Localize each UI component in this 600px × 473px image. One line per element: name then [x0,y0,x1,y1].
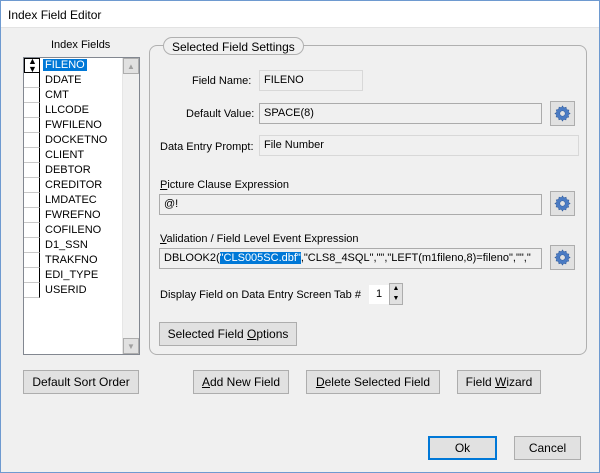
list-item-label: LLCODE [45,104,90,116]
default-value-input[interactable]: SPACE(8) [259,103,542,124]
delete-selected-field-button[interactable]: Delete Selected Field [306,370,440,394]
row-marker-cell[interactable] [24,208,40,223]
gear-icon [554,195,571,212]
selected-field-options-button[interactable]: Selected Field Options [159,322,297,346]
list-item[interactable]: DDATE [24,73,122,88]
tab-number-input[interactable]: 1 [369,285,389,304]
list-item[interactable]: CMT [24,88,122,103]
row-marker-cell[interactable] [24,163,40,178]
list-item-label: LMDATEC [45,194,97,206]
index-fields-list[interactable]: ▲ ▼ ▲ ▼ FILENO DDATE CMT LLCODE FWFILENO DOCKET… [23,57,140,355]
row-marker-cell[interactable] [24,148,40,163]
list-item-label: DEBTOR [45,164,91,176]
spin-up-icon[interactable]: ▲ [390,284,402,294]
list-item-label: COFILENO [45,224,102,236]
row-marker-cell[interactable] [24,268,40,283]
row-marker-cell[interactable] [24,88,40,103]
index-field-editor-window: Index Field Editor Index Fields ▲ ▼ ▲ ▼ FI… [0,0,600,473]
ok-button[interactable]: Ok [428,436,497,460]
list-item[interactable]: USERID [24,283,122,298]
row-marker-cell[interactable] [24,223,40,238]
list-item[interactable]: EDI_TYPE [24,268,122,283]
list-item[interactable]: CREDITOR [24,178,122,193]
row-marker-cell[interactable] [24,283,40,298]
list-item[interactable]: COFILENO [24,223,122,238]
list-item[interactable]: DEBTOR [24,163,122,178]
validation-gear-button[interactable] [550,245,575,270]
list-item-label: DOCKETNO [45,134,108,146]
row-selector-cell[interactable]: ▲ ▼ [24,56,40,74]
tab-number-spinner[interactable]: ▲ ▼ [389,283,403,305]
list-item-label: USERID [45,284,87,296]
row-marker-cell[interactable] [24,133,40,148]
field-wizard-button[interactable]: Field Wizard [457,370,541,394]
picture-clause-gear-button[interactable] [550,191,575,216]
row-marker-cell[interactable] [24,118,40,133]
validation-input[interactable]: DBLOOK2("CLS005SC.dbf","CLS8_4SQL","","L… [159,248,542,269]
list-item[interactable]: DOCKETNO [24,133,122,148]
cancel-button[interactable]: Cancel [514,436,581,460]
scroll-up-button[interactable]: ▲ [123,58,139,74]
scroll-down-button[interactable]: ▼ [123,338,139,354]
list-item-label: EDI_TYPE [45,269,99,281]
list-item-label: D1_SSN [45,239,88,251]
add-new-field-button[interactable]: Add New Field [193,370,289,394]
default-value-gear-button[interactable] [550,101,575,126]
data-entry-prompt-input[interactable]: File Number [259,135,579,156]
list-item[interactable]: LMDATEC [24,193,122,208]
list-item-label: CLIENT [45,149,85,161]
list-item[interactable]: TRAKFNO [24,253,122,268]
default-value-label: Default Value: [186,108,255,120]
tab-number-label: Display Field on Data Entry Screen Tab # [160,289,361,301]
row-marker-cell[interactable] [24,103,40,118]
list-item[interactable]: FWREFNO [24,208,122,223]
spin-down-icon[interactable]: ▼ [390,294,402,304]
picture-clause-label: Picture Clause Expression [160,179,290,191]
gear-icon [554,105,571,122]
gear-icon [554,249,571,266]
list-item[interactable]: FWFILENO [24,118,122,133]
row-marker-cell[interactable] [24,193,40,208]
row-marker-cell[interactable] [24,238,40,253]
picture-clause-input[interactable]: @! [159,194,542,215]
row-marker-cell[interactable] [24,73,40,88]
list-item[interactable]: LLCODE [24,103,122,118]
validation-selected-text: "CLS005SC.dbf" [219,252,301,264]
data-entry-prompt-label: Data Entry Prompt: [160,141,254,153]
row-marker-cell[interactable] [24,178,40,193]
field-name-value: FILENO [259,70,363,91]
list-item-label: CREDITOR [45,179,103,191]
list-item[interactable]: D1_SSN [24,238,122,253]
list-scrollbar[interactable]: ▲ ▼ [122,58,139,354]
field-name-label: Field Name: [192,75,252,87]
list-item-label: TRAKFNO [45,254,98,266]
list-item-label: FILENO [43,59,87,71]
list-item[interactable]: ▲ ▼ FILENO [24,56,122,74]
row-marker-cell[interactable] [24,253,40,268]
list-item[interactable]: CLIENT [24,148,122,163]
validation-label: Validation / Field Level Event Expressio… [160,233,359,245]
list-item-label: DDATE [45,74,82,86]
up-down-arrows-icon: ▲ ▼ [28,56,37,74]
list-item-label: FWFILENO [45,119,102,131]
default-sort-order-button[interactable]: Default Sort Order [23,370,139,394]
selected-field-settings-legend: Selected Field Settings [163,37,304,55]
title-bar[interactable]: Index Field Editor [1,1,599,28]
list-item-label: CMT [45,89,69,101]
window-title: Index Field Editor [8,8,102,22]
list-item-label: FWREFNO [45,209,101,221]
index-fields-label: Index Fields [51,39,111,51]
